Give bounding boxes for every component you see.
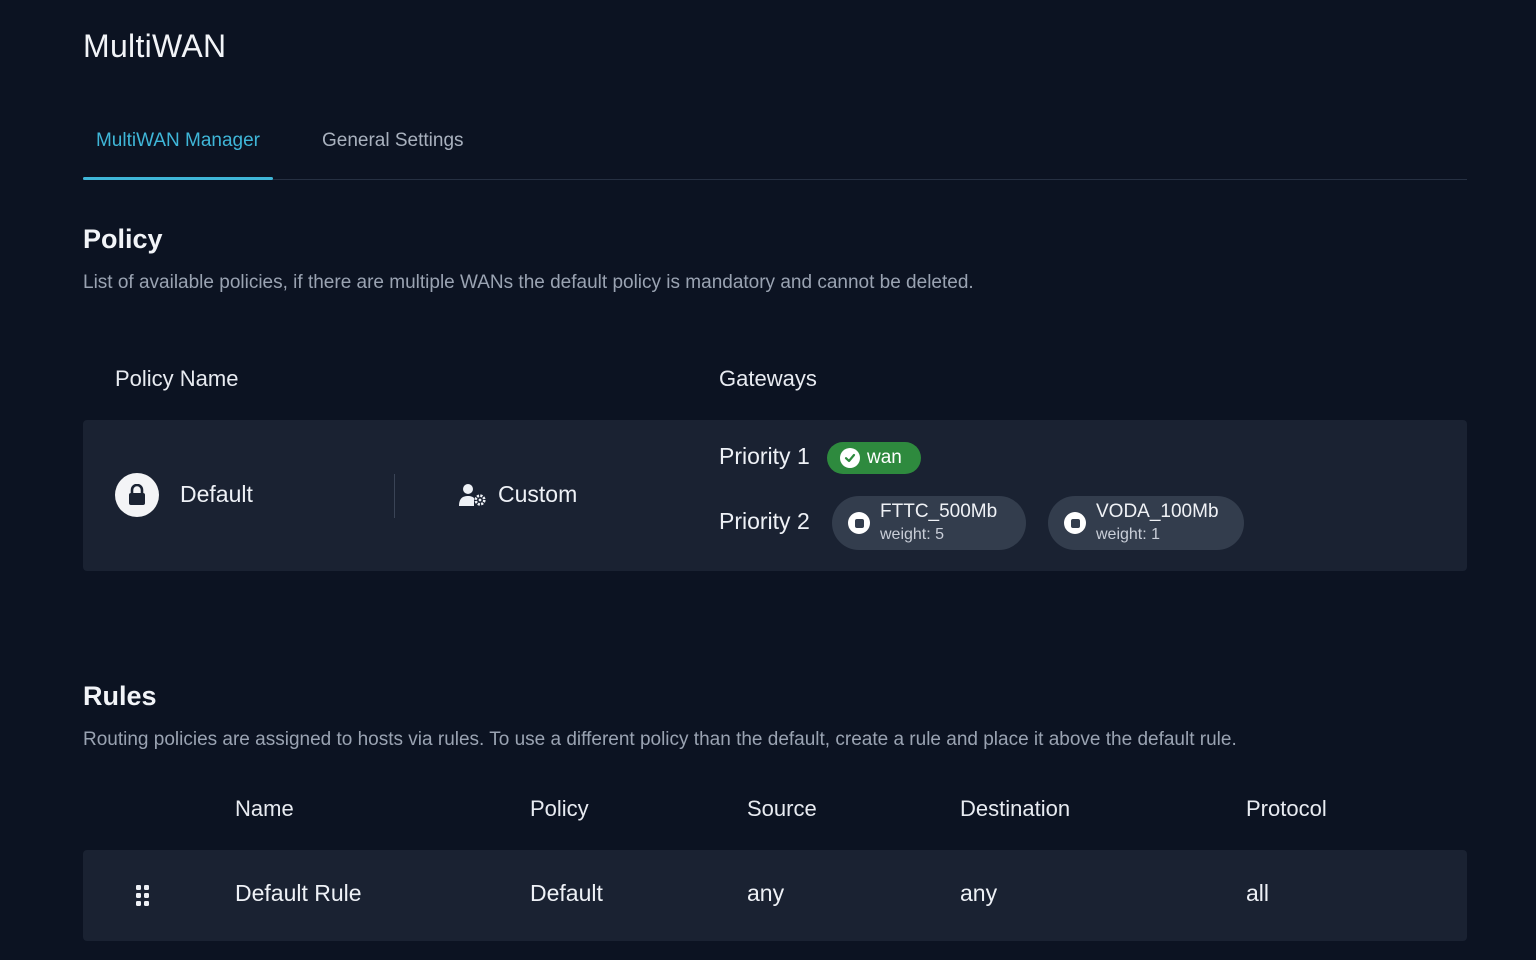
tab-bar: MultiWAN Manager General Settings xyxy=(83,118,1467,180)
user-settings-icon xyxy=(459,484,486,506)
gateway-name: VODA_100Mb xyxy=(1096,501,1219,522)
gateway-pill-voda: VODA_100Mb weight: 1 xyxy=(1048,496,1244,550)
gateway-weight: weight: 1 xyxy=(1096,526,1161,543)
priority-2-label: Priority 2 xyxy=(719,508,810,534)
rule-row-default[interactable]: Default Rule Default any any all xyxy=(83,850,1467,941)
gateway-badge-wan: wan xyxy=(827,442,921,474)
policy-section-description: List of available policies, if there are… xyxy=(83,272,974,293)
gateway-name: FTTC_500Mb xyxy=(880,501,998,522)
drag-handle-icon[interactable] xyxy=(135,885,151,906)
rule-protocol: all xyxy=(1246,880,1270,906)
divider xyxy=(394,474,395,518)
column-header-policy-name: Policy Name xyxy=(115,366,239,391)
policy-type-label: Custom xyxy=(498,481,578,507)
stop-circle-icon xyxy=(848,512,870,534)
check-circle-icon xyxy=(840,448,860,468)
priority-1-label: Priority 1 xyxy=(719,443,810,469)
page-title: MultiWAN xyxy=(83,28,227,64)
column-header-destination: Destination xyxy=(960,796,1071,821)
rule-policy: Default xyxy=(530,880,603,906)
column-header-policy: Policy xyxy=(530,796,589,821)
tab-multiwan-manager[interactable]: MultiWAN Manager xyxy=(83,118,273,180)
lock-icon xyxy=(115,473,159,517)
multiwan-page: MultiWAN MultiWAN Manager General Settin… xyxy=(0,0,1536,960)
gateway-weight: weight: 5 xyxy=(880,526,945,543)
rule-source: any xyxy=(747,880,785,906)
gateway-pill-fttc: FTTC_500Mb weight: 5 xyxy=(832,496,1026,550)
column-header-source: Source xyxy=(747,796,817,821)
policy-row-default[interactable]: Default Custom Priority 1 wan Priority 2… xyxy=(83,420,1467,571)
policy-name: Default xyxy=(180,481,253,507)
tab-general-settings[interactable]: General Settings xyxy=(322,118,482,179)
policy-section-title: Policy xyxy=(83,224,163,254)
rule-name: Default Rule xyxy=(235,880,362,906)
column-header-protocol: Protocol xyxy=(1246,796,1327,821)
gateway-name: wan xyxy=(867,447,902,468)
column-header-name: Name xyxy=(235,796,294,821)
rules-section-description: Routing policies are assigned to hosts v… xyxy=(83,729,1237,750)
column-header-gateways: Gateways xyxy=(719,366,817,391)
rule-destination: any xyxy=(960,880,998,906)
stop-circle-icon xyxy=(1064,512,1086,534)
rules-section-title: Rules xyxy=(83,681,157,711)
